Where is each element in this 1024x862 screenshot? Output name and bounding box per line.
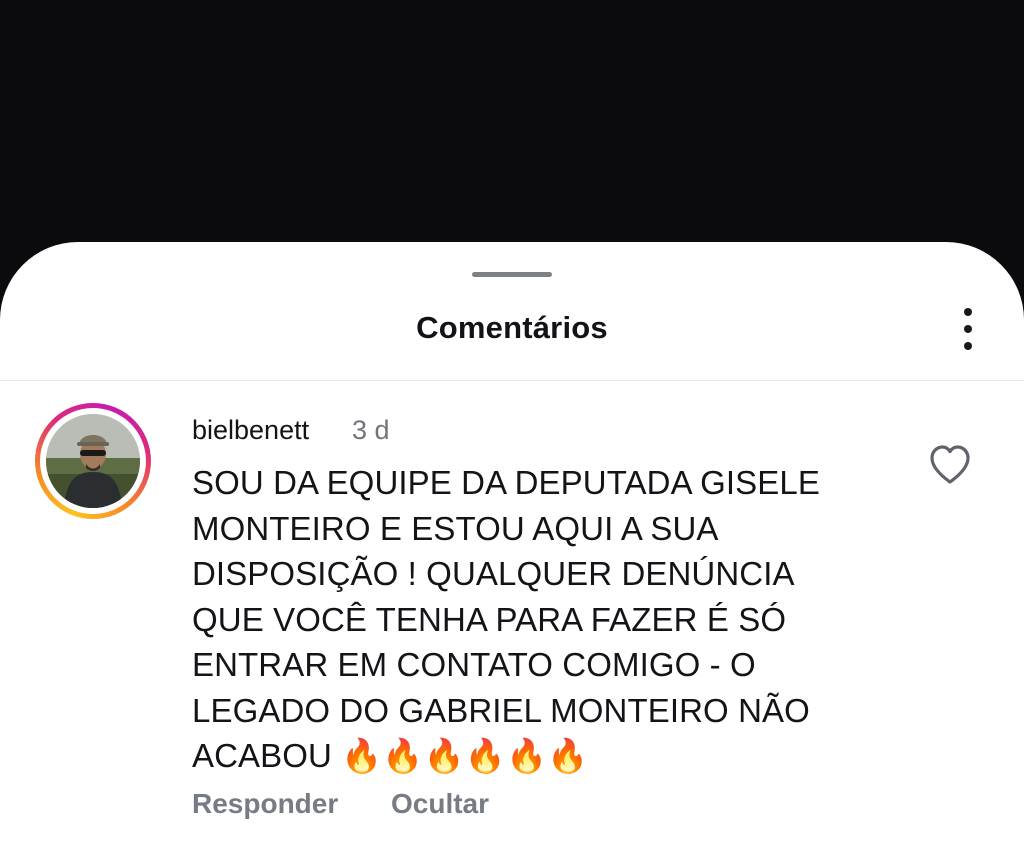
comment-username[interactable]: bielbenett xyxy=(192,415,309,446)
like-button[interactable] xyxy=(926,442,974,488)
sheet-title: Comentários xyxy=(416,310,608,345)
comment-timestamp: 3 d xyxy=(352,415,390,445)
hide-button[interactable]: Ocultar xyxy=(391,788,489,820)
avatar-story-ring[interactable] xyxy=(35,403,151,519)
avatar-photo xyxy=(46,414,140,508)
comments-sheet: Comentários bielbenett 3 d SOU DA EQUIPE… xyxy=(0,242,1024,862)
reply-button[interactable]: Responder xyxy=(192,788,338,820)
screen: Comentários bielbenett 3 d SOU DA EQUIPE… xyxy=(0,0,1024,862)
more-vertical-icon xyxy=(964,308,972,316)
drag-handle[interactable] xyxy=(472,272,552,277)
avatar xyxy=(46,414,140,508)
header-divider xyxy=(0,380,1024,381)
more-options-button[interactable] xyxy=(946,306,990,352)
comment-text: SOU DA EQUIPE DA DEPUTADA GISELE MONTEIR… xyxy=(192,464,820,774)
heart-outline-icon xyxy=(930,445,970,484)
